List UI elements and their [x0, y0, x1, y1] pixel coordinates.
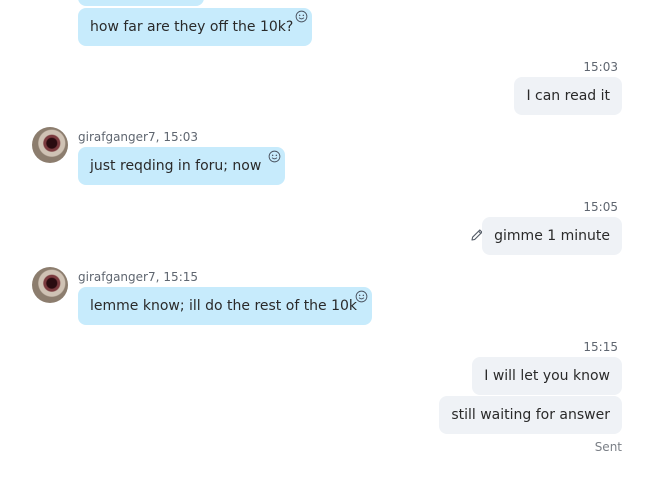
message-text: I will let you know	[484, 368, 610, 384]
message-sender-line: girafganger7, 15:03	[78, 130, 198, 144]
message-text: still waiting for answer	[451, 407, 610, 423]
message-sender-line: girafganger7, 15:15	[78, 270, 198, 284]
sender-name: girafganger7,	[78, 130, 160, 144]
message-text: how far are they off the 10k?	[90, 19, 294, 35]
sender-name: girafganger7,	[78, 270, 160, 284]
message-timestamp: 15:03	[163, 130, 199, 144]
message-timestamp: 15:15	[583, 340, 618, 354]
message-bubble-incoming[interactable]: how far are they off the 10k?	[78, 8, 312, 46]
user-avatar[interactable]	[32, 267, 68, 303]
message-text: gimme 1 minute	[494, 228, 610, 244]
message-timestamp: 15:05	[583, 200, 618, 214]
user-avatar[interactable]	[32, 127, 68, 163]
message-bubble-outgoing[interactable]: still waiting for answer	[439, 396, 622, 434]
message-bubble-incoming[interactable]: lemme know; ill do the rest of the 10k	[78, 287, 372, 325]
message-status: Sent	[594, 440, 622, 454]
message-text: just reqding in foru; now	[90, 158, 262, 174]
message-bubble-incoming[interactable]: just reqding in foru; now	[78, 147, 285, 185]
message-timestamp: 15:15	[163, 270, 199, 284]
message-text: I can read it	[526, 88, 610, 104]
smiley-icon[interactable]	[268, 150, 281, 163]
message-bubble-outgoing[interactable]: I will let you know	[472, 357, 622, 395]
message-bubble-outgoing[interactable]: gimme 1 minute	[482, 217, 622, 255]
smiley-icon[interactable]	[295, 10, 308, 23]
chat-conversation: how far are they off the 10k? 15:03 I ca…	[0, 0, 659, 480]
smiley-icon[interactable]	[355, 290, 368, 303]
message-timestamp: 15:03	[583, 60, 618, 74]
message-bubble-outgoing[interactable]: I can read it	[514, 77, 622, 115]
message-text: lemme know; ill do the rest of the 10k	[90, 298, 358, 314]
message-bubble-incoming-partial[interactable]	[78, 0, 204, 6]
